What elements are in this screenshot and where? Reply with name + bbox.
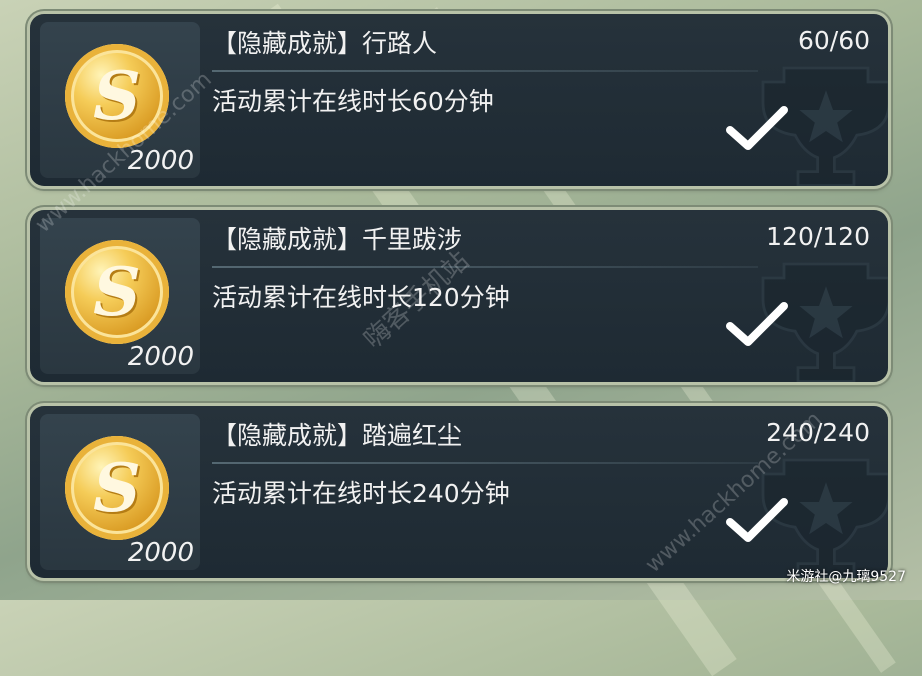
checkmark-icon <box>726 498 788 542</box>
checkmark-icon <box>726 106 788 150</box>
achievement-title: 【隐藏成就】千里跋涉 <box>212 225 463 254</box>
achievement-screen: { "achievements": [ { "title": "【隐藏成就】行路… <box>0 0 922 676</box>
achievement-progress: 240/240 <box>766 418 870 447</box>
credit-label: 米游社@九璃9527 <box>786 569 906 585</box>
achievement-progress: 60/60 <box>797 26 870 55</box>
achievement-title: 【隐藏成就】行路人 <box>212 29 438 58</box>
achievement-card[interactable]: S 2000 【隐藏成就】行路人 60/60 活动累计在线时长60分钟 <box>30 14 888 186</box>
reward-amount: 2000 <box>127 146 194 176</box>
divider <box>212 70 758 72</box>
gold-coin-icon: S <box>65 436 169 540</box>
divider <box>212 462 758 464</box>
reward-amount: 2000 <box>127 342 194 372</box>
gold-coin-icon: S <box>65 240 169 344</box>
achievement-title: 【隐藏成就】踏遍红尘 <box>212 421 463 450</box>
coin-glyph: S <box>93 449 141 527</box>
achievement-card[interactable]: S 2000 【隐藏成就】踏遍红尘 240/240 活动累计在线时长240分钟 <box>30 406 888 578</box>
achievement-card[interactable]: S 2000 【隐藏成就】千里跋涉 120/120 活动累计在线时长120分钟 <box>30 210 888 382</box>
achievement-description: 活动累计在线时长120分钟 <box>212 283 510 312</box>
reward-tile: S 2000 <box>40 22 200 178</box>
achievement-description: 活动累计在线时长240分钟 <box>212 479 510 508</box>
checkmark-icon <box>726 302 788 346</box>
reward-tile: S 2000 <box>40 218 200 374</box>
divider <box>212 266 758 268</box>
gold-coin-icon: S <box>65 44 169 148</box>
reward-amount: 2000 <box>127 538 194 568</box>
coin-glyph: S <box>93 57 141 135</box>
achievement-description: 活动累计在线时长60分钟 <box>212 87 494 116</box>
achievement-progress: 120/120 <box>766 222 870 251</box>
coin-glyph: S <box>93 253 141 331</box>
reward-tile: S 2000 <box>40 414 200 570</box>
